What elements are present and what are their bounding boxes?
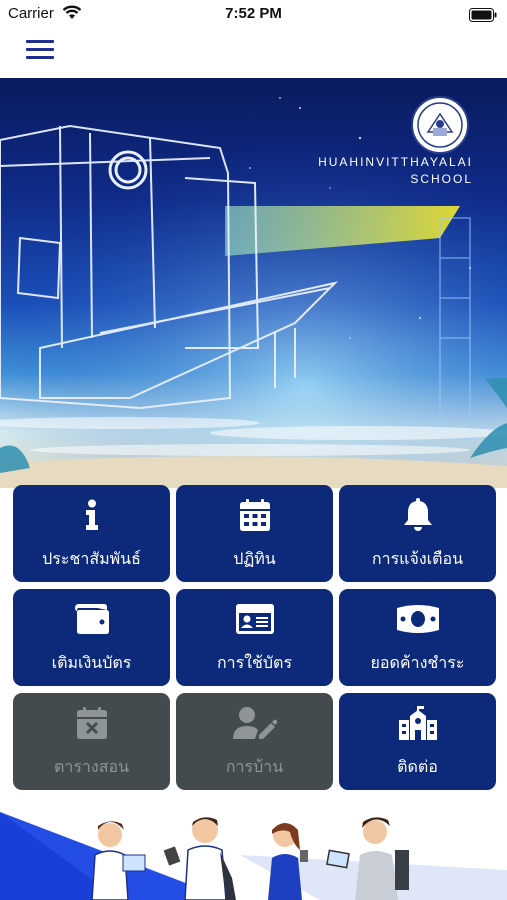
school-name: HUAHINVITTHAYALAI SCHOOL — [318, 154, 473, 188]
tile-timetable[interactable]: ตารางสอน — [13, 693, 170, 790]
tile-homework[interactable]: การบ้าน — [176, 693, 333, 790]
money-bill-icon — [339, 601, 496, 637]
tile-label: ปฏิทิน — [233, 549, 276, 568]
status-bar: Carrier 7:52 PM — [0, 0, 507, 30]
status-time: 7:52 PM — [225, 5, 282, 22]
tile-label: ยอดค้างชำระ — [370, 653, 465, 672]
bell-icon — [339, 497, 496, 533]
hero-banner: HUAHINVITTHAYALAI SCHOOL — [0, 78, 507, 488]
tile-notifications[interactable]: การแจ้งเตือน — [339, 485, 496, 582]
tile-label: การบ้าน — [225, 757, 284, 776]
menu-grid: ประชาสัมพันธ์ ปฏิทิน การแจ้งเตือน เติมเง… — [13, 485, 496, 790]
school-name-line2: SCHOOL — [410, 172, 473, 186]
battery-icon — [469, 7, 497, 26]
tile-contact[interactable]: ติดต่อ — [339, 693, 496, 790]
tile-label: ตารางสอน — [53, 757, 130, 776]
wallet-icon — [13, 601, 170, 637]
user-edit-icon — [176, 705, 333, 741]
hamburger-menu-icon[interactable] — [26, 40, 54, 64]
nav-bar — [0, 30, 507, 78]
tile-calendar[interactable]: ปฏิทิน — [176, 485, 333, 582]
footer-illustration — [0, 800, 507, 900]
tile-news[interactable]: ประชาสัมพันธ์ — [13, 485, 170, 582]
tile-outstanding[interactable]: ยอดค้างชำระ — [339, 589, 496, 686]
tile-topup[interactable]: เติมเงินบัตร — [13, 589, 170, 686]
school-icon — [339, 705, 496, 741]
calendar-times-icon — [13, 705, 170, 741]
info-icon — [13, 497, 170, 533]
school-name-line1: HUAHINVITTHAYALAI — [318, 155, 473, 169]
tile-label: ประชาสัมพันธ์ — [42, 549, 141, 568]
tile-label: ติดต่อ — [397, 757, 438, 776]
tile-label: การใช้บัตร — [216, 653, 293, 672]
id-card-icon — [176, 601, 333, 637]
calendar-icon — [176, 497, 333, 533]
tile-card-usage[interactable]: การใช้บัตร — [176, 589, 333, 686]
tile-label: เติมเงินบัตร — [51, 653, 132, 672]
school-logo-icon — [411, 96, 469, 154]
tile-label: การแจ้งเตือน — [371, 549, 464, 568]
students-illustration — [0, 812, 507, 900]
